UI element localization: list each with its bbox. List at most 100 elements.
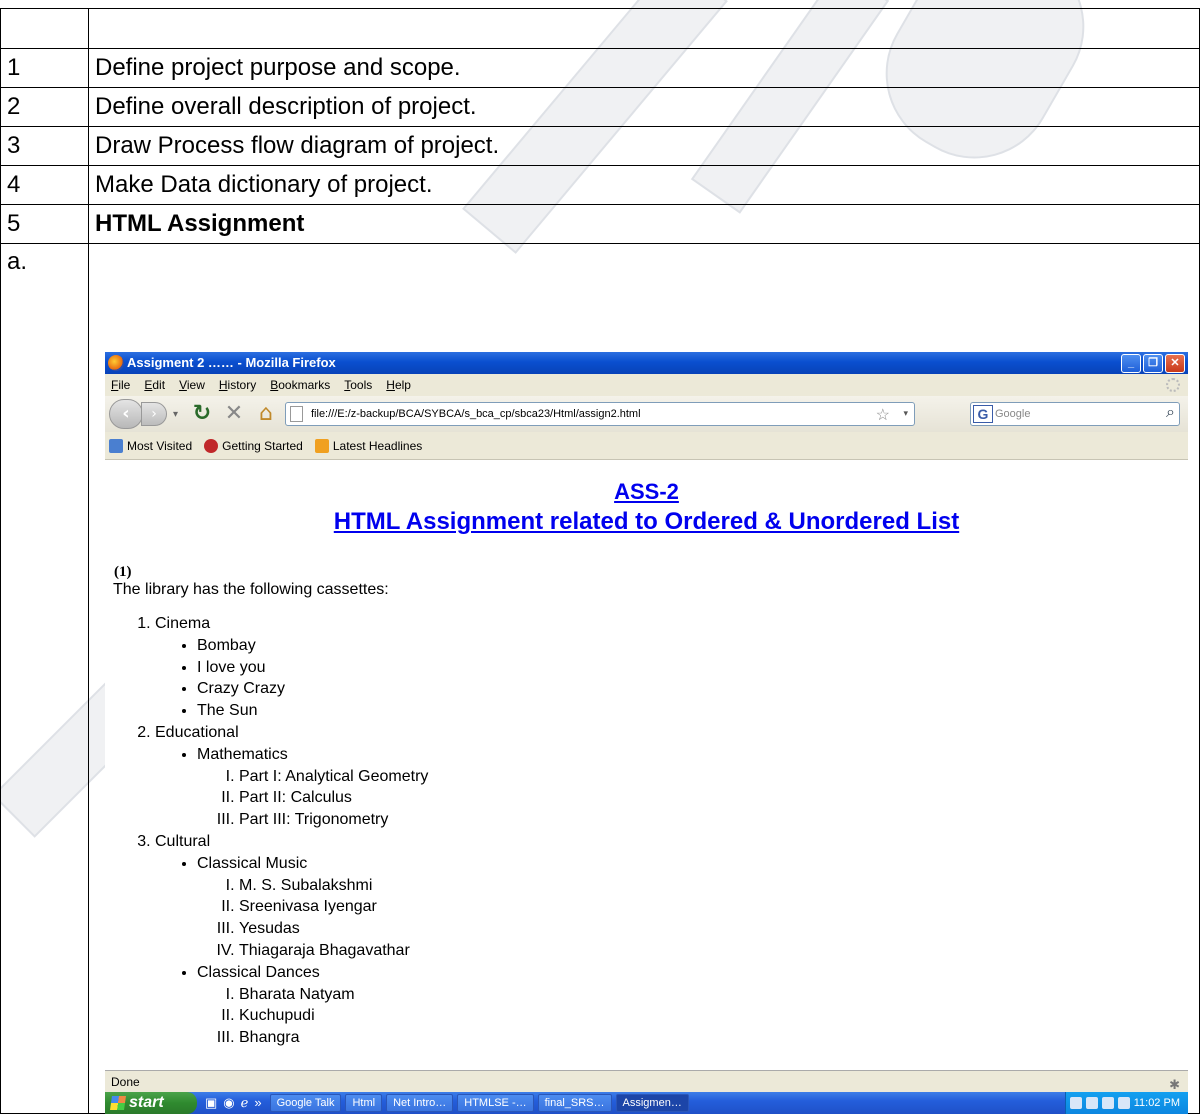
list-item: Part III: Trigonometry [239,809,1188,831]
url-text: file:///E:/z-backup/BCA/SYBCA/s_bca_cp/s… [311,408,641,420]
list-item: Part I: Analytical Geometry [239,766,1188,788]
bookmarks-toolbar: Most Visited Getting Started Latest Head… [105,432,1188,460]
row-number: 4 [0,165,89,205]
status-text: Done [111,1075,140,1089]
throbber-icon [1166,378,1180,392]
reload-icon[interactable]: ↻ [189,399,215,429]
page-subtitle[interactable]: HTML Assignment related to Ordered & Uno… [105,506,1188,538]
back-button[interactable]: ‹ [109,399,143,429]
menu-history[interactable]: History [219,374,256,396]
task-assignment[interactable]: Assigmen… [615,1094,689,1112]
minimize-button[interactable]: _ [1121,354,1141,373]
list-item: Bharata Natyam [239,984,1188,1006]
clock: 11:02 PM [1133,1097,1180,1109]
row-text: HTML Assignment [88,204,1200,244]
task-google-talk[interactable]: Google Talk [269,1094,342,1112]
forward-button[interactable]: › [141,402,167,426]
window-title: Assigment 2 …… - Mozilla Firefox [127,355,336,370]
most-visited-icon [109,438,123,453]
getting-started-icon [204,438,219,453]
row-text: Draw Process flow diagram of project. [88,126,1200,166]
page-title[interactable]: ASS-2 [105,478,1188,506]
row-number: 5 [0,204,89,244]
system-tray: 11:02 PM [1064,1092,1188,1114]
category-label: Educational [155,723,239,741]
menu-bookmarks[interactable]: Bookmarks [270,374,330,396]
search-bar[interactable]: G Google ⌕ [970,402,1180,426]
bookmark-most-visited[interactable]: Most Visited [109,438,192,453]
list-item: Thiagaraja Bhagavathar [239,940,1188,962]
menu-edit[interactable]: Edit [144,374,165,396]
bookmark-star-icon[interactable]: ☆ [876,405,890,425]
list-item: The Sun [197,700,1188,722]
row-number [0,8,89,49]
quick-launch-icon[interactable]: ◉ [223,1095,234,1111]
list-item: Yesudas [239,918,1188,940]
menu-view[interactable]: View [179,374,205,396]
firefox-window: Assigment 2 …… - Mozilla Firefox _ ❐ ✕ F… [105,352,1188,1114]
search-icon[interactable]: ⌕ [1166,404,1175,422]
row-text: Define project purpose and scope. [88,48,1200,88]
task-htmlse[interactable]: HTMLSE -… [457,1094,534,1112]
task-final-srs[interactable]: final_SRS… [537,1094,612,1112]
list-item: Cultural Classical Music M. S. Subalaksh… [155,831,1188,1049]
history-dropdown-icon[interactable]: ▾ [173,409,183,420]
quick-launch-icon[interactable]: ▣ [205,1095,217,1111]
subcategory-label: Classical Dances [197,963,320,981]
row-number: 1 [0,48,89,88]
start-button[interactable]: start [105,1092,197,1114]
bookmark-label: Getting Started [222,438,303,453]
menu-bar: File Edit View History Bookmarks Tools H… [105,374,1188,396]
home-icon[interactable]: ⌂ [253,399,279,429]
row-number: a. [0,243,89,1114]
maximize-button[interactable]: ❐ [1143,354,1163,373]
tray-icon[interactable] [1085,1097,1098,1109]
row-number: 2 [0,87,89,127]
list-item: Sreenivasa Iyengar [239,896,1188,918]
bookmark-latest-headlines[interactable]: Latest Headlines [314,438,423,453]
intro-text: The library has the following cassettes: [113,581,389,598]
row-text: Define overall description of project. [88,87,1200,127]
close-button[interactable]: ✕ [1165,354,1185,373]
stop-icon[interactable]: ✕ [221,399,247,429]
list-item: Mathematics Part I: Analytical Geometry … [197,744,1188,831]
title-bar: Assigment 2 …… - Mozilla Firefox _ ❐ ✕ [105,352,1188,374]
tray-icon[interactable] [1069,1097,1082,1109]
url-bar[interactable]: file:///E:/z-backup/BCA/SYBCA/s_bca_cp/s… [285,402,915,426]
list-item: Crazy Crazy [197,678,1188,700]
overflow-chevron-icon[interactable]: » [254,1095,261,1111]
subcategory-label: Mathematics [197,745,288,763]
category-label: Cinema [155,615,211,632]
page-icon [290,406,303,422]
list-item: Classical Music M. S. Subalakshmi Sreeni… [197,853,1188,962]
start-label: start [129,1094,164,1111]
row-text: Make Data dictionary of project. [88,165,1200,205]
google-icon[interactable]: G [973,405,993,423]
list-item: Part II: Calculus [239,787,1188,809]
list-item: Classical Dances Bharata Natyam Kuchupud… [197,962,1188,1049]
rss-icon [314,438,329,453]
question-number: (1) [114,564,132,580]
list-item: I love you [197,657,1188,679]
list-item: M. S. Subalakshmi [239,875,1188,897]
menu-file[interactable]: File [111,374,130,396]
page-content: ASS-2 HTML Assignment related to Ordered… [105,460,1188,1070]
task-net-intro[interactable]: Net Intro… [386,1094,454,1112]
quick-launch: ▣ ◉ ℯ » [197,1095,270,1111]
search-placeholder: Google [995,408,1031,420]
tray-icon[interactable] [1117,1097,1130,1109]
quick-launch-icon[interactable]: ℯ [241,1095,249,1111]
menu-help[interactable]: Help [386,374,411,396]
bookmark-label: Latest Headlines [332,438,423,453]
status-bar: Done ✱ [105,1070,1188,1092]
list-item: Kuchupudi [239,1005,1188,1027]
tray-icon[interactable] [1101,1097,1114,1109]
taskbar: start ▣ ◉ ℯ » Google Talk Html Net Intro… [105,1092,1188,1114]
menu-tools[interactable]: Tools [344,374,372,396]
url-dropdown-icon[interactable]: ▾ [903,408,908,419]
windows-flag-icon [110,1096,126,1110]
firefox-icon [108,355,124,371]
row-number: 3 [0,126,89,166]
task-html[interactable]: Html [345,1094,383,1112]
bookmark-getting-started[interactable]: Getting Started [204,438,303,453]
